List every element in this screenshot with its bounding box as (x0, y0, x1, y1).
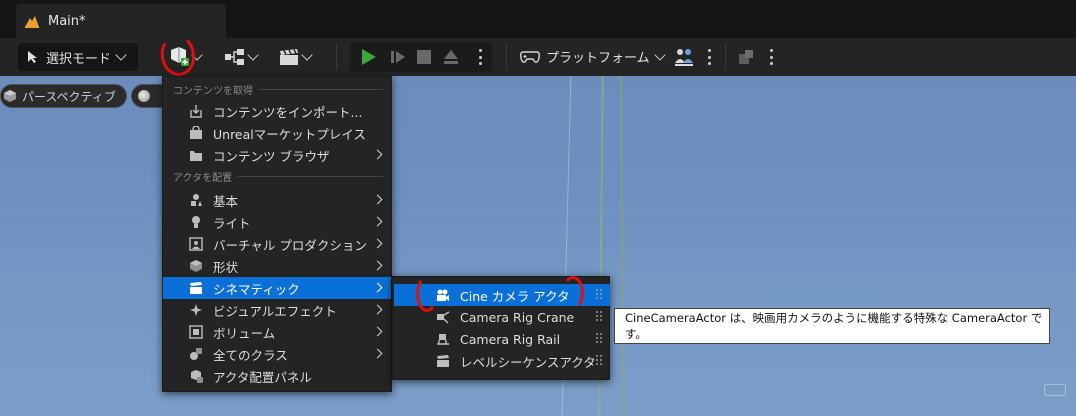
menu-item-visual-effects[interactable]: ビジュアルエフェクト (163, 299, 391, 321)
chevron-right-icon (372, 238, 383, 249)
menu-item-shapes[interactable]: 形状 (163, 255, 391, 277)
chevron-down-icon (301, 49, 313, 61)
gamepad-icon (520, 50, 540, 63)
drag-handle-icon[interactable] (596, 355, 602, 367)
lit-sphere-icon (137, 90, 150, 102)
all-classes-icon (190, 348, 202, 360)
select-mode-label: 選択モード (46, 51, 112, 67)
select-mode-dropdown[interactable]: 選択モード (18, 43, 138, 71)
platforms-label: プラットフォーム (546, 51, 650, 66)
step-icon[interactable] (390, 49, 406, 65)
menu-item-place-actors-panel[interactable]: アクタ配置パネル (163, 365, 391, 387)
drag-handle-icon[interactable] (596, 311, 602, 323)
cine-camera-icon (437, 289, 449, 301)
chevron-right-icon (372, 326, 383, 337)
shape-cube-icon (190, 260, 202, 272)
annotation-bracket-left (416, 276, 438, 312)
tab-title: Main* (48, 13, 86, 29)
menu-item-cinematic[interactable]: シネマティック (163, 277, 391, 299)
cube-icon (4, 90, 16, 102)
menu-item-marketplace[interactable]: Unrealマーケットプレイス (163, 122, 391, 144)
chevron-right-icon (372, 260, 383, 271)
content-browser-icon (190, 151, 202, 161)
cinematics-button[interactable] (278, 45, 313, 69)
marketplace-icon (190, 126, 202, 139)
drag-handle-icon[interactable] (596, 333, 602, 345)
users-icon[interactable] (673, 47, 695, 67)
play-options-kebab-icon[interactable] (478, 49, 482, 65)
chevron-right-icon (372, 348, 383, 359)
stop-icon[interactable] (416, 49, 432, 65)
eject-icon[interactable] (443, 49, 459, 65)
chevron-right-icon (372, 216, 383, 227)
tooltip: CineCameraActor は、映画用カメラのように機能する特殊な Came… (614, 308, 1050, 344)
viewport-toolbar: パースペクティブ (0, 84, 171, 108)
place-actors-panel-icon (191, 370, 203, 383)
blueprint-icon (225, 49, 244, 65)
annotation-bracket-right (562, 276, 584, 310)
virtual-production-icon (189, 237, 203, 251)
volume-icon (189, 325, 203, 339)
chevron-right-icon (372, 194, 383, 205)
add-content-menu: コンテンツを取得 コンテンツをインポート... Unrealマーケットプレイス … (162, 76, 392, 392)
menu-item-lights[interactable]: ライト (163, 211, 391, 233)
tab-main[interactable]: Main* (16, 4, 226, 38)
section-header-place-actors: アクタを配置 (173, 169, 383, 184)
rig-crane-icon (437, 311, 450, 324)
grid-line (619, 76, 625, 416)
cursor-icon (28, 51, 37, 63)
drag-handle-icon[interactable] (596, 289, 602, 301)
chevron-down-icon (653, 48, 666, 61)
level-icon (25, 16, 39, 28)
tooltip-text: CineCameraActor は、映画用カメラのように機能する特殊な Came… (625, 311, 1043, 341)
menu-item-all-classes[interactable]: 全てのクラス (163, 343, 391, 365)
users-options-kebab-icon[interactable] (707, 49, 711, 65)
viewport-corner-icon (1044, 384, 1066, 396)
play-controls (350, 42, 492, 72)
more-options-kebab-icon[interactable] (769, 49, 773, 65)
chevron-right-icon (372, 149, 383, 160)
chevron-right-icon (372, 282, 383, 293)
chevron-right-icon (372, 304, 383, 315)
light-bulb-icon (192, 216, 200, 228)
import-icon (190, 105, 202, 118)
menu-item-import-content[interactable]: コンテンツをインポート... (163, 100, 391, 122)
chevron-down-icon (247, 49, 259, 61)
blueprints-button[interactable] (224, 45, 259, 69)
perspective-button[interactable]: パースペクティブ (0, 84, 127, 108)
menu-item-basic[interactable]: 基本 (163, 189, 391, 211)
menu-item-volumes[interactable]: ボリューム (163, 321, 391, 343)
settings-dim-icon[interactable] (737, 48, 755, 66)
rig-rail-icon (437, 334, 449, 345)
toolbar-divider (506, 44, 507, 70)
play-icon[interactable] (360, 48, 378, 66)
toolbar-divider (336, 44, 337, 70)
clapper-icon (280, 49, 298, 65)
submenu-item-camera-rig-rail[interactable]: Camera Rig Rail (394, 328, 610, 350)
chevron-down-icon (115, 49, 127, 61)
menu-item-virtual-production[interactable]: バーチャル プロダクション (163, 233, 391, 255)
platforms-dropdown[interactable]: プラットフォーム (520, 47, 666, 66)
basic-icon (191, 194, 202, 206)
clapper-icon (190, 282, 202, 294)
perspective-label: パースペクティブ (22, 89, 116, 104)
toolbar-divider (725, 44, 726, 70)
menu-item-content-browser[interactable]: コンテンツ ブラウザ (163, 144, 391, 166)
level-sequence-icon (437, 355, 449, 367)
title-bar: Main* (0, 0, 1076, 38)
submenu-item-level-sequence-actor[interactable]: レベルシーケンスアクタ (394, 350, 610, 372)
visual-effects-icon (190, 304, 202, 316)
section-header-get-content: コンテンツを取得 (173, 82, 383, 97)
